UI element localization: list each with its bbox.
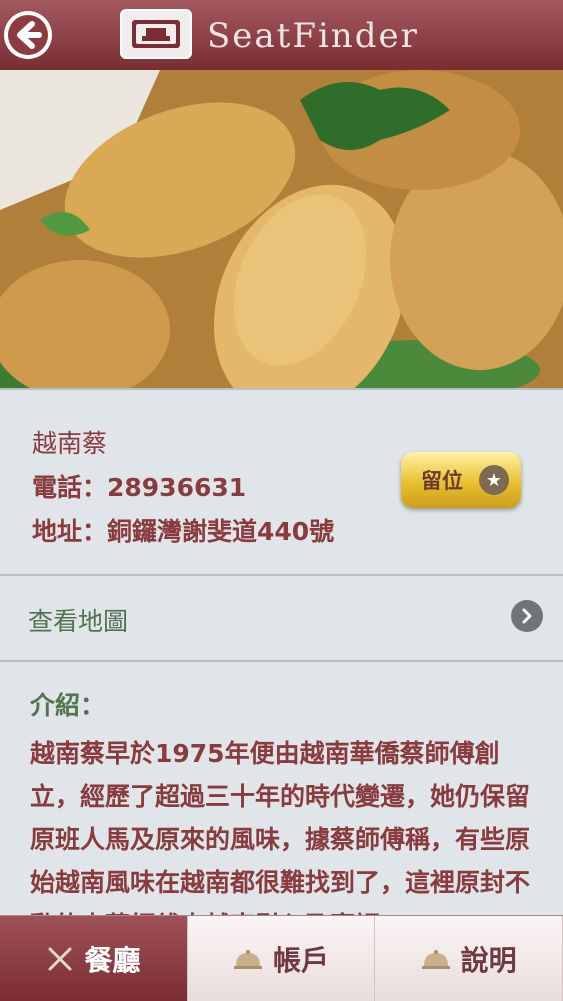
tab-label: 說明 (460, 943, 517, 977)
tab-help[interactable]: 說明 (375, 916, 563, 1001)
back-arrow-icon (8, 15, 48, 55)
intro-text: 越南蔡早於1975年便由越南華僑蔡師傅創立，經歷了超過三十年的時代變遷，她仍保留… (30, 739, 531, 915)
back-button[interactable] (4, 11, 52, 59)
tab-label: 餐廳 (84, 943, 141, 977)
restaurant-name: 越南蔡 (32, 429, 108, 458)
chevron-right-icon (511, 600, 543, 632)
app-logo (120, 9, 192, 59)
restaurant-address: 地址：銅鑼灣謝斐道440號 (32, 517, 335, 546)
app-header: SeatFinder (0, 0, 563, 70)
intro-title: 介紹： (30, 691, 106, 720)
tab-label: 帳戶 (273, 943, 330, 977)
restaurant-phone[interactable]: 電話：28936631 (32, 468, 246, 504)
view-map-row[interactable]: 查看地圖 (0, 574, 563, 660)
fried-food-image (0, 70, 563, 388)
reserve-button[interactable]: 留位 ★ (401, 452, 521, 508)
seat-ticket-icon (132, 20, 180, 48)
tab-account[interactable]: 帳戶 (187, 916, 376, 1001)
reserve-label: 留位 (421, 469, 463, 493)
tab-restaurant[interactable]: 餐廳 (0, 916, 188, 1001)
bottom-tab-bar: 餐廳 帳戶 說明 (0, 915, 563, 1001)
introduction-section: 介紹： 越南蔡早於1975年便由越南華僑蔡師傅創立，經歷了超過三十年的時代變遷，… (0, 660, 563, 915)
cutlery-icon (46, 945, 74, 973)
view-map-label: 查看地圖 (28, 607, 129, 636)
brand-name: SeatFinder (207, 16, 419, 56)
star-icon: ★ (479, 465, 509, 495)
restaurant-photo (0, 70, 563, 388)
restaurant-info-card: 越南蔡 電話：28936631 地址：銅鑼灣謝斐道440號 留位 ★ (0, 388, 563, 574)
cloche-icon (421, 948, 451, 970)
cloche-icon (233, 948, 263, 970)
